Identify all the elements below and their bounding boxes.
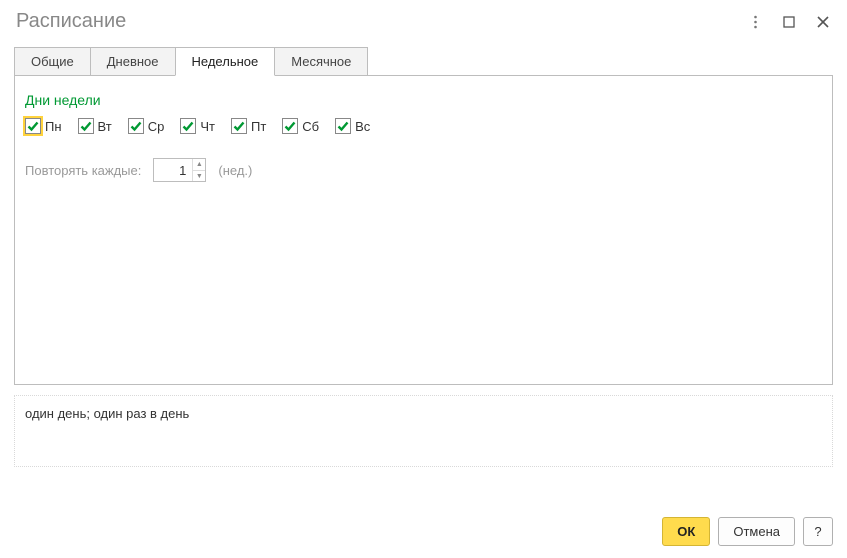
checkbox-sat[interactable] — [282, 118, 298, 134]
close-icon[interactable] — [815, 14, 831, 30]
day-label: Ср — [148, 119, 165, 134]
day-label: Сб — [302, 119, 319, 134]
repeat-unit: (нед.) — [218, 163, 252, 178]
tab-daily[interactable]: Дневное — [90, 47, 176, 76]
day-tue: Вт — [78, 118, 112, 134]
window-title: Расписание — [16, 10, 126, 33]
ok-button[interactable]: ОК — [662, 517, 710, 546]
day-wed: Ср — [128, 118, 165, 134]
day-sun: Вс — [335, 118, 370, 134]
day-label: Пт — [251, 119, 266, 134]
help-button[interactable]: ? — [803, 517, 833, 546]
schedule-description: один день; один раз в день — [14, 395, 833, 467]
checkbox-mon[interactable] — [25, 118, 41, 134]
day-label: Вс — [355, 119, 370, 134]
kebab-menu-icon[interactable] — [747, 14, 763, 30]
tabbar: Общие Дневное Недельное Месячное — [0, 39, 847, 76]
tab-weekly[interactable]: Недельное — [175, 47, 276, 76]
spinner-up-icon[interactable]: ▲ — [193, 159, 205, 170]
spinner-down-icon[interactable]: ▼ — [193, 170, 205, 181]
tab-monthly[interactable]: Месячное — [274, 47, 368, 76]
days-section-title: Дни недели — [25, 92, 822, 108]
day-label: Пн — [45, 119, 62, 134]
day-sat: Сб — [282, 118, 319, 134]
tab-general[interactable]: Общие — [14, 47, 91, 76]
repeat-input[interactable] — [154, 159, 192, 181]
checkbox-sun[interactable] — [335, 118, 351, 134]
repeat-label: Повторять каждые: — [25, 163, 141, 178]
days-row: Пн Вт Ср Чт Пт Сб Вс — [25, 118, 822, 134]
checkbox-wed[interactable] — [128, 118, 144, 134]
repeat-field: ▲ ▼ — [153, 158, 206, 182]
checkbox-tue[interactable] — [78, 118, 94, 134]
tab-content-weekly: Дни недели Пн Вт Ср Чт Пт Сб Вс — [14, 75, 833, 385]
footer: ОК Отмена ? — [662, 517, 833, 546]
day-label: Чт — [200, 119, 215, 134]
repeat-row: Повторять каждые: ▲ ▼ (нед.) — [25, 158, 822, 182]
day-mon: Пн — [25, 118, 62, 134]
checkbox-thu[interactable] — [180, 118, 196, 134]
day-thu: Чт — [180, 118, 215, 134]
maximize-icon[interactable] — [781, 14, 797, 30]
cancel-button[interactable]: Отмена — [718, 517, 795, 546]
checkbox-fri[interactable] — [231, 118, 247, 134]
day-fri: Пт — [231, 118, 266, 134]
day-label: Вт — [98, 119, 112, 134]
